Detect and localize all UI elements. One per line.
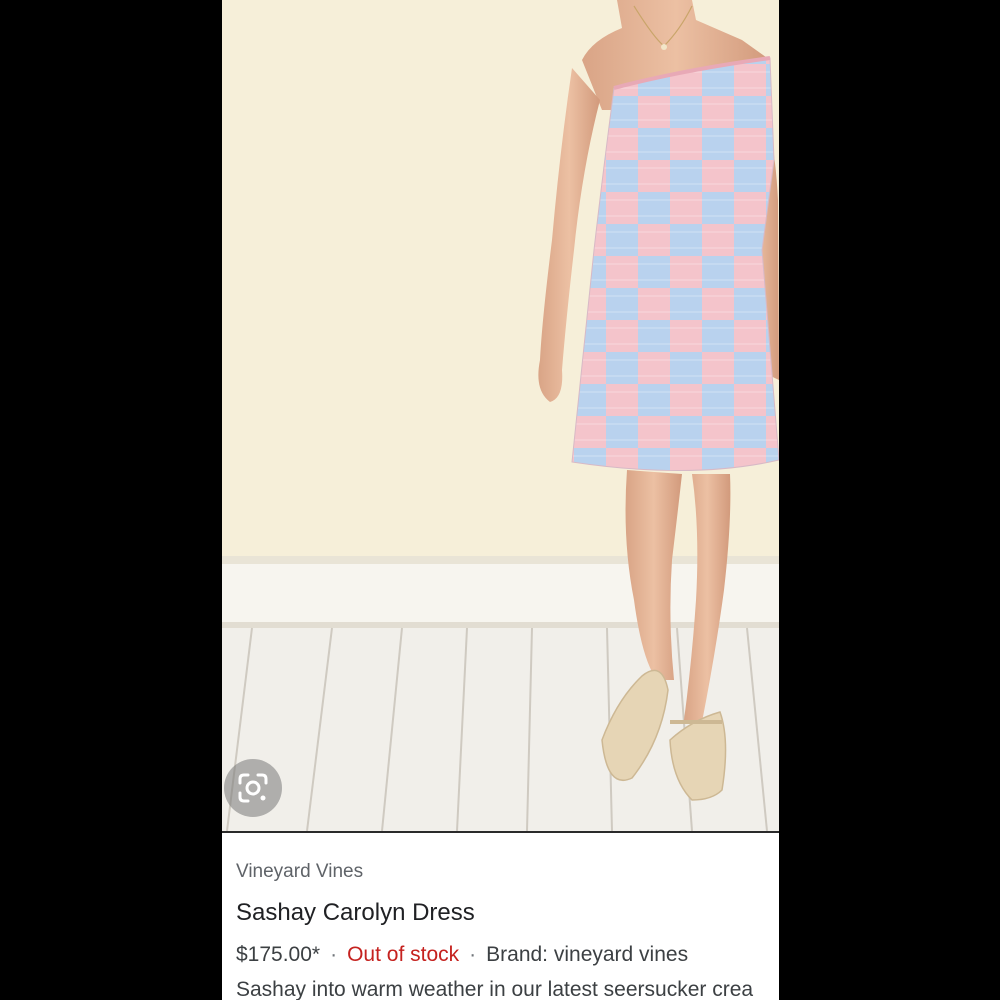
stock-status: Out of stock [347, 943, 460, 966]
merchant-name[interactable]: Vineyard Vines [236, 861, 363, 883]
image-divider [222, 831, 779, 833]
product-photo-illustration [222, 0, 779, 831]
product-meta: $175.00* · Out of stock · Brand: vineyard vi… [236, 943, 688, 967]
meta-separator: · [469, 943, 477, 966]
meta-separator: · [330, 943, 338, 966]
product-price: $175.00* [236, 943, 321, 966]
product-brand: Brand: vineyard vines [486, 943, 689, 966]
product-card: Vineyard Vines Sashay Carolyn Dress $175… [222, 0, 779, 1000]
product-title[interactable]: Sashay Carolyn Dress [236, 899, 475, 927]
product-image[interactable] [222, 0, 779, 831]
lens-button[interactable] [224, 759, 282, 817]
google-lens-icon [238, 773, 268, 803]
product-description: Sashay into warm weather in our latest s… [236, 978, 754, 1000]
